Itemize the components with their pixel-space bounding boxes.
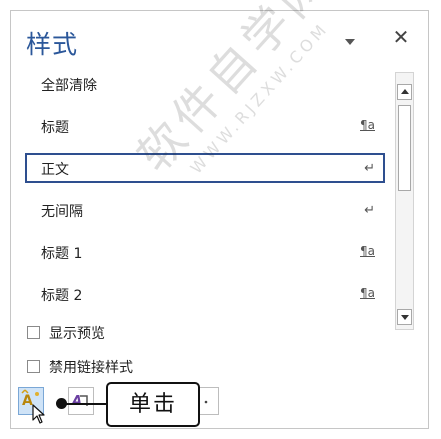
style-item-label: 正文 [41,162,69,178]
style-item-label: 标题 [41,120,69,136]
style-item-label: 全部清除 [41,78,97,94]
linked-style-icon: ¶a [360,118,375,132]
callout-line [62,403,108,405]
checkbox-box[interactable] [27,360,40,373]
style-item-no-spacing[interactable]: 无间隔 ↵ [25,195,385,225]
arrow-up-icon [401,89,409,94]
linked-style-icon: ¶a [360,244,375,258]
style-item-title[interactable]: 标题 ¶a [25,111,385,141]
style-list: 全部清除 标题 ¶a 正文 ↵ 无间隔 ↵ 标题 1 ¶a 标题 2 ¶a [25,69,398,333]
style-item-clear-all[interactable]: 全部清除 [25,69,385,99]
close-pane-button[interactable]: ✕ [391,27,411,47]
scroll-up-button[interactable] [397,84,412,100]
paragraph-style-icon: ↵ [364,203,375,218]
scroll-thumb[interactable] [398,105,411,191]
checkbox-box[interactable] [27,326,40,339]
pane-options-dropdown-icon[interactable] [345,39,355,45]
arrow-down-icon [401,315,409,320]
scroll-down-button[interactable] [397,309,412,325]
style-list-scrollbar[interactable] [395,72,414,330]
paragraph-style-icon: ↵ [364,161,375,176]
style-item-heading-1[interactable]: 标题 1 ¶a [25,237,385,267]
styles-pane: 样式 ✕ 全部清除 标题 ¶a 正文 ↵ 无间隔 ↵ 标题 1 ¶a 标题 2 … [10,10,429,429]
style-item-label: 标题 1 [41,246,83,262]
style-inspector-icon: A [71,394,88,409]
style-item-label: 无间隔 [41,204,83,220]
callout-label: 单击 [106,382,200,427]
checkbox-label: 显示预览 [49,326,105,342]
linked-style-icon: ¶a [360,286,375,300]
style-item-label: 标题 2 [41,288,83,304]
style-item-normal[interactable]: 正文 ↵ [25,153,385,183]
style-item-heading-2[interactable]: 标题 2 ¶a [25,279,385,309]
checkbox-label: 禁用链接样式 [49,360,133,376]
pane-title: 样式 [26,30,79,59]
style-inspector-button[interactable]: A [68,387,94,415]
mouse-cursor-icon [32,404,45,424]
